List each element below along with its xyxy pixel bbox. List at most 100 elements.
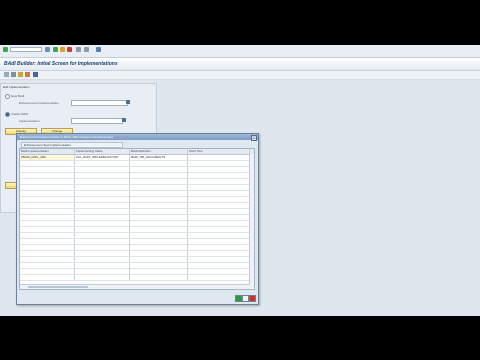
- table-cell[interactable]: [20, 179, 75, 184]
- table-cell[interactable]: [20, 161, 75, 166]
- table-cell[interactable]: [75, 227, 130, 232]
- table-cell[interactable]: [75, 251, 130, 256]
- table-cell[interactable]: [75, 173, 130, 178]
- implementation-help-icon[interactable]: [122, 118, 126, 122]
- table-cell[interactable]: [20, 185, 75, 190]
- table-cell[interactable]: [130, 245, 188, 250]
- table-cell[interactable]: [130, 161, 188, 166]
- table-cell[interactable]: [75, 263, 130, 268]
- column-header[interactable]: BAdI Implementation: [20, 149, 75, 154]
- table-cell[interactable]: [188, 215, 250, 220]
- close-icon[interactable]: ×: [251, 135, 257, 141]
- table-cell[interactable]: [20, 167, 75, 172]
- table-cell[interactable]: [130, 227, 188, 232]
- table-cell[interactable]: [20, 173, 75, 178]
- table-cell[interactable]: [188, 191, 250, 196]
- table-cell[interactable]: [130, 197, 188, 202]
- table-cell[interactable]: [130, 185, 188, 190]
- help-icon[interactable]: [96, 47, 101, 52]
- table-cell[interactable]: [75, 233, 130, 238]
- classic-badi-radio[interactable]: [5, 112, 10, 117]
- table-cell[interactable]: [130, 173, 188, 178]
- table-cell[interactable]: [75, 239, 130, 244]
- table-cell[interactable]: [188, 197, 250, 202]
- table-cell[interactable]: [188, 233, 250, 238]
- table-cell[interactable]: [130, 221, 188, 226]
- table-cell[interactable]: [130, 233, 188, 238]
- find-icon[interactable]: [84, 47, 89, 52]
- table-cell[interactable]: [188, 179, 250, 184]
- info-icon[interactable]: [33, 72, 38, 77]
- table-cell[interactable]: [188, 263, 250, 268]
- display-object-icon[interactable]: [11, 72, 16, 77]
- table-cell[interactable]: [20, 209, 75, 214]
- new-entry-icon[interactable]: [242, 295, 249, 302]
- table-cell[interactable]: [20, 245, 75, 250]
- table-cell[interactable]: [75, 161, 130, 166]
- table-cell[interactable]: [188, 185, 250, 190]
- table-cell[interactable]: [188, 269, 250, 274]
- table-cell[interactable]: [188, 167, 250, 172]
- table-cell[interactable]: [20, 191, 75, 196]
- check-icon[interactable]: [18, 72, 23, 77]
- table-cell[interactable]: [130, 209, 188, 214]
- table-cell[interactable]: [20, 275, 75, 280]
- table-cell[interactable]: [20, 227, 75, 232]
- table-cell[interactable]: [20, 257, 75, 262]
- table-cell[interactable]: [130, 167, 188, 172]
- table-cell[interactable]: [20, 215, 75, 220]
- scroll-thumb[interactable]: [28, 286, 88, 288]
- table-cell[interactable]: [75, 215, 130, 220]
- table-cell[interactable]: [130, 263, 188, 268]
- table-cell[interactable]: [75, 197, 130, 202]
- save-icon[interactable]: [45, 47, 50, 52]
- table-cell[interactable]: [75, 245, 130, 250]
- cancel-icon[interactable]: [249, 295, 256, 302]
- table-cell[interactable]: [188, 203, 250, 208]
- table-cell[interactable]: [75, 221, 130, 226]
- table-cell[interactable]: [188, 251, 250, 256]
- table-cell[interactable]: [20, 221, 75, 226]
- table-cell[interactable]: [20, 263, 75, 268]
- table-cell[interactable]: [75, 269, 130, 274]
- table-cell[interactable]: [75, 275, 130, 280]
- enh-impl-field[interactable]: [71, 100, 128, 106]
- table-cell[interactable]: [130, 239, 188, 244]
- table-cell[interactable]: ZCL_BADI_IMPLEMENTATION: [75, 155, 130, 160]
- back-icon[interactable]: [53, 47, 58, 52]
- table-cell[interactable]: [188, 227, 250, 232]
- enter-icon[interactable]: [3, 47, 8, 52]
- continue-icon[interactable]: [235, 295, 242, 302]
- table-cell[interactable]: ZBADI_IMPL_ABC: [20, 155, 75, 160]
- enh-impl-help-icon[interactable]: [126, 100, 130, 104]
- table-cell[interactable]: [188, 221, 250, 226]
- table-cell[interactable]: [130, 203, 188, 208]
- column-header[interactable]: Implementing Class: [75, 149, 130, 154]
- table-cell[interactable]: [20, 233, 75, 238]
- other-object-icon[interactable]: [4, 72, 9, 77]
- new-badi-radio[interactable]: [5, 94, 10, 99]
- column-header[interactable]: BAdI Definition: [130, 149, 188, 154]
- table-cell[interactable]: [188, 173, 250, 178]
- command-field[interactable]: [10, 47, 42, 52]
- table-cell[interactable]: [188, 275, 250, 280]
- table-cell[interactable]: [20, 269, 75, 274]
- table-cell[interactable]: [20, 251, 75, 256]
- print-icon[interactable]: [76, 47, 81, 52]
- column-header[interactable]: Short Text: [188, 149, 250, 154]
- table-cell[interactable]: [130, 275, 188, 280]
- table-cell[interactable]: [75, 209, 130, 214]
- table-cell[interactable]: [20, 203, 75, 208]
- table-cell[interactable]: [130, 251, 188, 256]
- table-cell[interactable]: [130, 269, 188, 274]
- table-cell[interactable]: [130, 257, 188, 262]
- table-cell[interactable]: [75, 257, 130, 262]
- table-cell[interactable]: [130, 215, 188, 220]
- table-cell[interactable]: [188, 257, 250, 262]
- table-cell[interactable]: [130, 179, 188, 184]
- table-cell[interactable]: [75, 179, 130, 184]
- table-cell[interactable]: [20, 197, 75, 202]
- vertical-scrollbar[interactable]: [249, 154, 254, 288]
- table-cell[interactable]: [75, 185, 130, 190]
- table-cell[interactable]: [188, 239, 250, 244]
